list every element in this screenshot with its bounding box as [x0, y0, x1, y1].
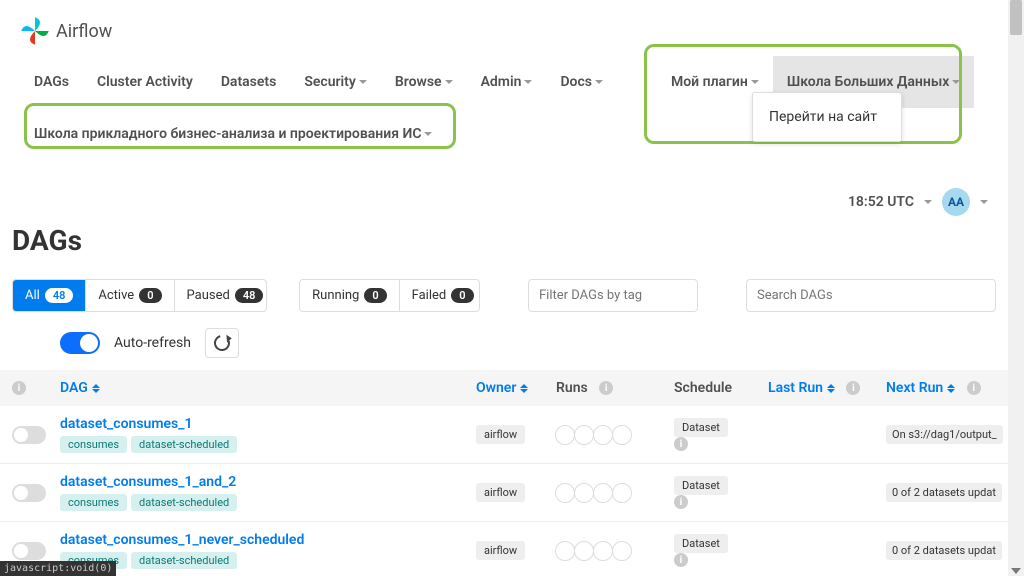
dag-link[interactable]: dataset_consumes_1 [60, 416, 476, 432]
schedule-tag[interactable]: Dataset [674, 418, 728, 437]
nav-datasets[interactable]: Datasets [207, 56, 291, 108]
run-status-circles[interactable] [556, 541, 674, 561]
nav-security[interactable]: Security [290, 56, 381, 108]
airflow-pinwheel-icon [20, 16, 50, 46]
sort-icon [827, 384, 835, 393]
auto-refresh-toggle[interactable] [60, 332, 100, 354]
next-run-text: On s3://dag1/output_ [886, 425, 1003, 444]
chevron-down-icon [359, 80, 367, 84]
chevron-down-icon [424, 132, 432, 136]
dag-tag[interactable]: consumes [60, 436, 127, 453]
info-icon[interactable]: i [599, 381, 613, 395]
chevron-down-icon [595, 80, 603, 84]
chevron-down-icon [751, 80, 759, 84]
nav-business-analysis-school[interactable]: Школа прикладного бизнес-анализа и проек… [20, 108, 446, 160]
info-icon[interactable]: i [674, 553, 688, 567]
user-avatar[interactable]: AA [942, 188, 970, 216]
col-dag[interactable]: DAG [60, 380, 476, 396]
filter-all[interactable]: All48 [13, 280, 86, 311]
scrollbar-thumb[interactable] [1010, 0, 1022, 35]
info-icon[interactable]: i [967, 381, 981, 395]
owner-tag[interactable]: airflow [476, 483, 525, 502]
dag-tag[interactable]: dataset-scheduled [131, 436, 237, 453]
dag-search-input[interactable] [746, 279, 996, 312]
table-header: i DAG Owner Runs i Schedule Last Run i N… [0, 370, 1008, 406]
col-schedule: Schedule [674, 380, 768, 396]
page-title: DAGs [0, 224, 1008, 269]
tag-filter[interactable] [528, 279, 698, 312]
col-next-run[interactable]: Next Run i [886, 380, 996, 396]
chevron-down-icon [924, 200, 932, 204]
auto-refresh-label: Auto-refresh [114, 335, 191, 351]
vertical-scrollbar[interactable] [1008, 0, 1024, 576]
dag-search[interactable] [746, 279, 996, 312]
schedule-tag[interactable]: Dataset [674, 534, 728, 553]
dropdown-menu: Перейти на сайт [752, 92, 902, 142]
owner-tag[interactable]: airflow [476, 541, 525, 560]
scroll-down-icon[interactable] [1011, 568, 1021, 574]
dag-tag[interactable]: consumes [60, 494, 127, 511]
dag-pause-toggle[interactable] [12, 426, 46, 444]
filter-active[interactable]: Active0 [86, 280, 174, 311]
state-filter-group: Running0 Failed0 [299, 279, 480, 312]
brand-logo[interactable]: Airflow [20, 16, 112, 46]
info-icon[interactable]: i [674, 495, 688, 509]
browser-statusbar: javascript:void(0) [0, 561, 116, 576]
chevron-down-icon [980, 200, 988, 204]
col-runs: Runs i [556, 380, 674, 396]
filter-failed[interactable]: Failed0 [400, 280, 480, 311]
table-row: dataset_consumes_1_never_scheduledconsum… [0, 522, 1008, 576]
schedule-tag[interactable]: Dataset [674, 476, 728, 495]
nav-browse[interactable]: Browse [381, 56, 467, 108]
run-status-circles[interactable] [556, 483, 674, 503]
refresh-button[interactable] [205, 328, 239, 358]
table-row: dataset_consumes_1 consumesdataset-schedu… [0, 406, 1008, 464]
dag-tag[interactable]: dataset-scheduled [131, 494, 237, 511]
filter-paused[interactable]: Paused48 [175, 280, 268, 311]
info-icon[interactable]: i [846, 381, 860, 395]
chevron-down-icon [524, 80, 532, 84]
dropdown-go-to-site[interactable]: Перейти на сайт [753, 101, 901, 133]
dags-table: i DAG Owner Runs i Schedule Last Run i N… [0, 370, 1008, 576]
tag-filter-input[interactable] [528, 279, 698, 312]
nav-dags[interactable]: DAGs [20, 56, 83, 108]
next-run-text: 0 of 2 datasets updat [886, 483, 1002, 502]
brand-text: Airflow [56, 21, 112, 42]
nav-docs[interactable]: Docs [546, 56, 617, 108]
dag-link[interactable]: dataset_consumes_1_and_2 [60, 474, 476, 490]
dag-pause-toggle[interactable] [12, 542, 46, 560]
next-run-text: 0 of 2 datasets updat [886, 541, 1002, 560]
sort-icon [520, 384, 528, 393]
main-nav: DAGs Cluster Activity Datasets Security … [0, 56, 1008, 180]
nav-cluster-activity[interactable]: Cluster Activity [83, 56, 207, 108]
filter-running[interactable]: Running0 [300, 280, 399, 311]
server-time[interactable]: 18:52 UTC [848, 194, 914, 210]
nav-admin[interactable]: Admin [467, 56, 547, 108]
status-filter-group: All48 Active0 Paused48 [12, 279, 267, 312]
refresh-icon [211, 332, 233, 354]
dag-link[interactable]: dataset_consumes_1_never_scheduled [60, 532, 476, 548]
dag-tag[interactable]: dataset-scheduled [131, 552, 237, 569]
sort-icon [92, 384, 100, 393]
chevron-down-icon [445, 80, 453, 84]
info-icon[interactable]: i [674, 437, 688, 451]
run-status-circles[interactable] [556, 425, 674, 445]
table-row: dataset_consumes_1_and_2 consumesdataset-… [0, 464, 1008, 522]
info-icon[interactable]: i [12, 381, 26, 395]
col-owner[interactable]: Owner [476, 380, 556, 396]
col-last-run[interactable]: Last Run i [768, 380, 886, 396]
owner-tag[interactable]: airflow [476, 425, 525, 444]
dag-pause-toggle[interactable] [12, 484, 46, 502]
chevron-down-icon [952, 80, 960, 84]
sort-icon [947, 384, 955, 393]
